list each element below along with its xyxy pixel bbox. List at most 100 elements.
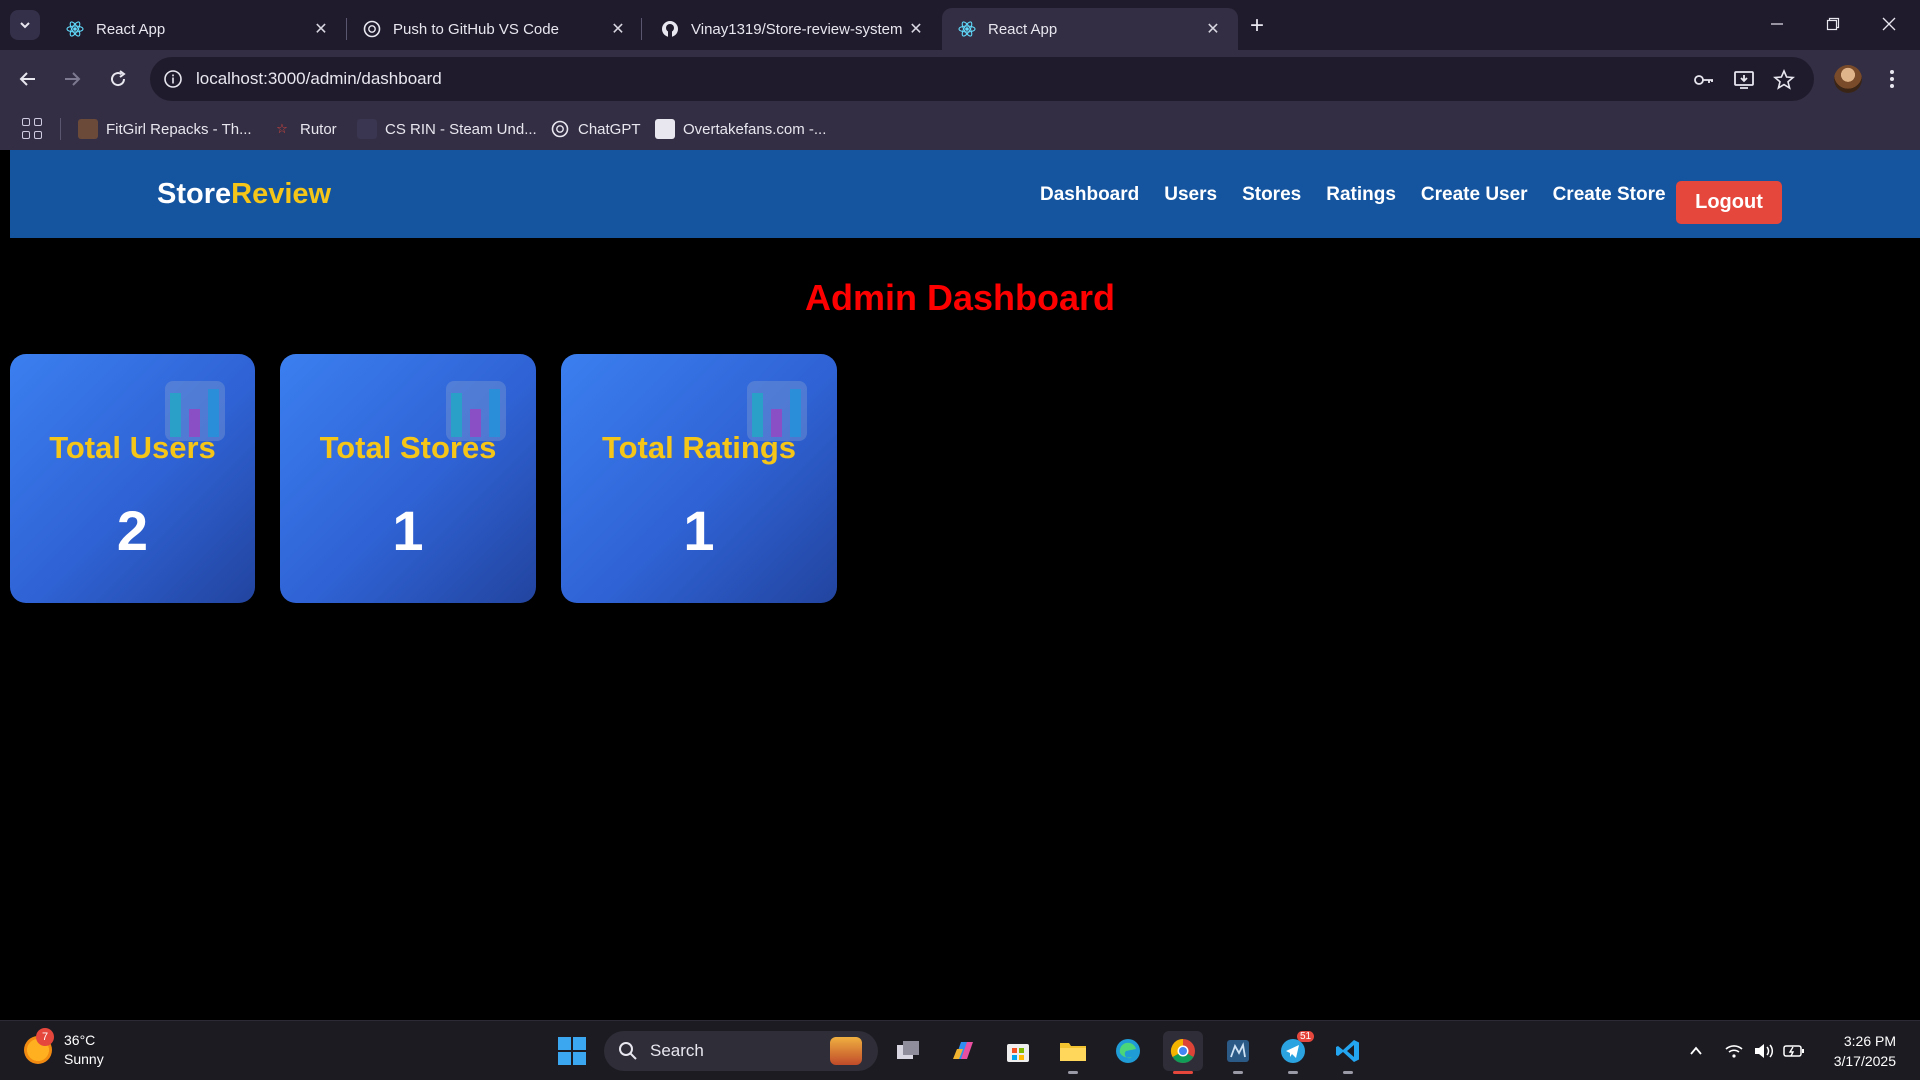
weather-temp: 36°C [64,1032,96,1048]
tab-title: React App [96,20,166,38]
taskbar-search[interactable]: Search [604,1031,878,1071]
profile-avatar[interactable] [1834,65,1862,93]
stat-value: 1 [683,499,715,562]
running-indicator [1068,1071,1078,1074]
nav-ratings[interactable]: Ratings [1326,184,1396,206]
stat-label: Total Stores [319,430,497,465]
bookmark-csrin[interactable]: CS RIN - Steam Und... [357,117,537,141]
sun-icon: 7 [24,1028,54,1064]
close-icon[interactable]: ✕ [905,18,927,40]
site-info-icon[interactable] [162,68,184,90]
tab-react-app-active[interactable]: React App ✕ [942,8,1238,50]
minimize-icon [1771,23,1783,25]
tab-search-button[interactable] [10,10,40,40]
react-icon [958,20,976,38]
system-clock[interactable]: 3:26 PM 3/17/2025 [1826,1031,1896,1071]
stat-label: Total Users [49,430,216,465]
weather-widget[interactable]: 7 36°C Sunny [24,1028,104,1069]
logout-button[interactable]: Logout [1676,181,1782,224]
vscode-button[interactable] [1328,1031,1368,1071]
reload-button[interactable] [103,64,133,94]
rutor-icon: ☆ [276,121,288,136]
bookmark-star-icon[interactable] [1772,68,1796,92]
browser-menu-icon[interactable] [1880,64,1904,94]
tab-title: Push to GitHub VS Code [393,20,559,38]
restore-icon [1826,17,1840,31]
bookmark-rutor[interactable]: ☆ Rutor [272,117,337,141]
folder-icon [1060,1043,1086,1061]
tray-overflow-icon[interactable] [1684,1039,1708,1063]
copilot-button[interactable] [943,1031,983,1071]
windows-logo-icon [558,1037,586,1065]
stat-card-ratings: Total Ratings 1 [561,354,837,603]
close-icon[interactable]: ✕ [310,18,332,40]
running-indicator [1343,1071,1353,1074]
bookmark-fitgirl[interactable]: FitGirl Repacks - Th... [78,117,252,141]
back-button[interactable] [13,64,43,94]
brand-accent: Review [231,178,332,210]
start-button[interactable] [552,1031,592,1071]
nav-dashboard[interactable]: Dashboard [1040,184,1139,206]
chevron-down-icon [20,22,30,29]
reload-icon [111,70,126,87]
page-title: Admin Dashboard [804,277,1116,318]
stat-value: 2 [116,499,149,562]
url-text[interactable]: localhost:3000/admin/dashboard [196,69,442,89]
tab-github-repo[interactable]: Vinay1319/Store-review-system ✕ [645,8,941,50]
telegram-button[interactable]: 51 [1273,1031,1315,1071]
close-icon[interactable]: ✕ [607,18,629,40]
browser-toolbar: localhost:3000/admin/dashboard [0,50,1920,108]
tab-push-to-github[interactable]: Push to GitHub VS Code ✕ [347,8,643,50]
react-icon [66,20,84,38]
battery-icon[interactable] [1782,1039,1806,1063]
tab-title: Vinay1319/Store-review-system [691,20,903,38]
brand-main: Store [157,178,232,210]
search-icon [619,1042,637,1060]
chrome-icon [1170,1039,1195,1064]
file-explorer-button[interactable] [1053,1031,1093,1071]
telegram-badge: 51 [1297,1031,1315,1042]
store-icon [1007,1044,1029,1062]
bookmark-overtakefans[interactable]: Overtakefans.com -... [655,117,826,141]
stat-card-users: Total Users 2 [10,354,255,603]
search-highlight-icon [830,1037,862,1065]
chrome-button[interactable] [1163,1031,1203,1071]
address-bar[interactable]: localhost:3000/admin/dashboard [150,57,1814,101]
app-navbar: StoreReview Dashboard Users Stores Ratin… [10,150,1920,238]
arrow-right-icon [65,72,81,86]
brand-logo[interactable]: StoreReview [157,178,331,211]
bookmark-label: Overtakefans.com -... [683,120,827,138]
volume-icon[interactable] [1752,1039,1776,1063]
microsoft-store-button[interactable] [998,1031,1038,1071]
mysql-workbench-button[interactable] [1218,1031,1258,1071]
close-window-button[interactable] [1866,8,1912,40]
nav-stores[interactable]: Stores [1242,184,1301,206]
copilot-icon [953,1042,973,1059]
wifi-icon[interactable] [1722,1039,1746,1063]
restore-button[interactable] [1810,8,1856,40]
nav-create-store[interactable]: Create Store [1553,184,1666,206]
new-tab-button[interactable]: + [1243,12,1271,40]
bookmarks-bar: FitGirl Repacks - Th... ☆ Rutor CS RIN -… [0,108,1920,150]
edge-button[interactable] [1108,1031,1148,1071]
task-view-button[interactable] [888,1031,928,1071]
forward-button[interactable] [57,64,87,94]
arrow-left-icon [19,72,35,86]
running-indicator [1233,1071,1243,1074]
tab-strip: React App ✕ Push to GitHub VS Code ✕ Vin… [0,0,1920,50]
weather-badge: 7 [36,1028,54,1046]
nav-create-user[interactable]: Create User [1421,184,1528,206]
clock-time: 3:26 PM [1843,1033,1896,1049]
apps-grid-icon[interactable] [22,118,44,140]
chatgpt-icon [550,119,570,139]
bookmark-chatgpt[interactable]: ChatGPT [550,117,641,141]
tab-react-app-1[interactable]: React App ✕ [50,8,346,50]
chatgpt-icon [363,20,381,38]
weather-desc: Sunny [64,1051,104,1067]
minimize-button[interactable] [1754,8,1800,40]
install-app-icon[interactable] [1732,68,1756,92]
password-key-icon[interactable] [1692,68,1716,92]
stat-label: Total Ratings [601,430,797,465]
nav-users[interactable]: Users [1164,184,1217,206]
close-icon[interactable]: ✕ [1202,18,1224,40]
